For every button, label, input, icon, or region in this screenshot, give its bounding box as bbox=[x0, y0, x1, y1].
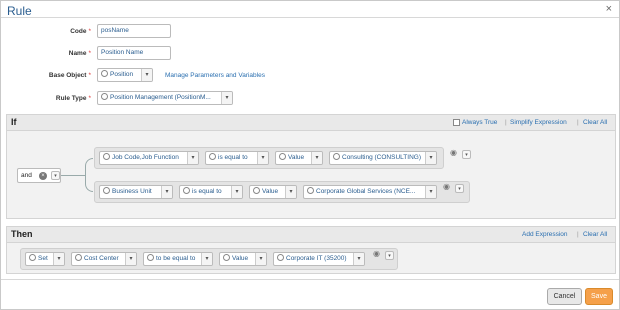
if-section-header: If Always True | Simplify Expression | C… bbox=[7, 115, 615, 131]
always-true-label[interactable]: Always True bbox=[462, 119, 497, 126]
chevron-down-icon[interactable]: ▾ bbox=[455, 184, 464, 193]
rule-type-label: Rule Type * bbox=[55, 95, 91, 102]
search-icon bbox=[279, 153, 286, 160]
name-input[interactable]: Position Name bbox=[97, 46, 171, 60]
action-type-select[interactable]: Value ▾ bbox=[219, 252, 267, 266]
eye-icon[interactable]: ◉ bbox=[373, 249, 380, 258]
close-icon[interactable]: × bbox=[606, 3, 612, 15]
chevron-down-icon[interactable]: ▾ bbox=[425, 186, 436, 198]
manage-parameters-link[interactable]: Manage Parameters and Variables bbox=[165, 72, 265, 79]
action-field-select[interactable]: Cost Center ▾ bbox=[71, 252, 137, 266]
chevron-down-icon[interactable]: ▾ bbox=[255, 253, 266, 265]
condition-field-select[interactable]: Job Code,Job Function ▾ bbox=[99, 151, 199, 165]
chevron-down-icon[interactable]: ▾ bbox=[125, 253, 136, 265]
connector-line bbox=[61, 175, 85, 176]
search-icon bbox=[223, 254, 230, 261]
chevron-down-icon[interactable]: ▾ bbox=[257, 152, 268, 164]
chevron-down-icon[interactable]: ▾ bbox=[161, 186, 172, 198]
search-icon bbox=[209, 153, 216, 160]
condition-type-select[interactable]: Value ▾ bbox=[275, 151, 323, 165]
search-icon bbox=[307, 187, 314, 194]
condition-type-select[interactable]: Value ▾ bbox=[249, 185, 297, 199]
chevron-down-icon[interactable]: ▾ bbox=[353, 253, 364, 265]
code-label: Code * bbox=[70, 28, 91, 35]
action-value-select[interactable]: Corporate IT (35200) ▾ bbox=[273, 252, 365, 266]
code-input[interactable]: posName bbox=[97, 24, 171, 38]
dialog-title: Rule bbox=[7, 4, 32, 18]
chevron-down-icon[interactable]: ▾ bbox=[385, 251, 394, 260]
chevron-down-icon[interactable]: ▾ bbox=[311, 152, 322, 164]
title-divider bbox=[1, 17, 619, 18]
chevron-down-icon[interactable]: ▾ bbox=[285, 186, 296, 198]
then-section-title: Then bbox=[11, 229, 33, 239]
always-true-checkbox[interactable] bbox=[453, 119, 460, 126]
eye-icon[interactable]: ◉ bbox=[443, 182, 450, 191]
search-icon bbox=[253, 187, 260, 194]
clear-all-link[interactable]: Clear All bbox=[583, 119, 607, 126]
search-icon bbox=[103, 187, 110, 194]
search-icon bbox=[101, 70, 108, 77]
footer-divider bbox=[1, 279, 619, 280]
search-icon bbox=[183, 187, 190, 194]
rule-dialog: Rule × Code * posName Name * Position Name… bbox=[0, 0, 620, 310]
chevron-down-icon[interactable]: ▾ bbox=[462, 150, 471, 159]
remove-icon[interactable]: × bbox=[39, 172, 47, 180]
condition-comparator-select[interactable]: is equal to ▾ bbox=[205, 151, 269, 165]
separator: | bbox=[577, 231, 579, 238]
condition-bracket bbox=[85, 158, 93, 192]
action-verb-select[interactable]: Set ▾ bbox=[25, 252, 65, 266]
condition-field-select[interactable]: Business Unit ▾ bbox=[99, 185, 173, 199]
chevron-down-icon[interactable]: ▾ bbox=[141, 69, 152, 81]
search-icon bbox=[277, 254, 284, 261]
search-icon bbox=[333, 153, 340, 160]
chevron-down-icon[interactable]: ▾ bbox=[231, 186, 242, 198]
condition-value-select[interactable]: Corporate Global Services (NCE... ▾ bbox=[303, 185, 437, 199]
chevron-down-icon[interactable]: ▾ bbox=[201, 253, 212, 265]
rule-type-select[interactable]: Position Management (PositionM... ▾ bbox=[97, 91, 233, 105]
chevron-down-icon[interactable]: ▾ bbox=[187, 152, 198, 164]
name-label: Name * bbox=[68, 50, 91, 57]
chevron-down-icon[interactable]: ▾ bbox=[221, 92, 232, 104]
search-icon bbox=[29, 254, 36, 261]
search-icon bbox=[147, 254, 154, 261]
cancel-button[interactable]: Cancel bbox=[547, 288, 582, 305]
clear-all-link[interactable]: Clear All bbox=[583, 231, 607, 238]
add-expression-link[interactable]: Add Expression bbox=[522, 231, 568, 238]
if-section-title: If bbox=[11, 117, 17, 127]
save-button[interactable]: Save bbox=[585, 288, 613, 305]
eye-icon[interactable]: ◉ bbox=[450, 148, 457, 157]
condition-comparator-select[interactable]: is equal to ▾ bbox=[179, 185, 243, 199]
chevron-down-icon[interactable]: ▾ bbox=[425, 152, 436, 164]
simplify-expression-link[interactable]: Simplify Expression bbox=[510, 119, 567, 126]
search-icon bbox=[75, 254, 82, 261]
search-icon bbox=[103, 153, 110, 160]
separator: | bbox=[505, 119, 507, 126]
condition-value-select[interactable]: Consulting (CONSULTING) ▾ bbox=[329, 151, 437, 165]
search-icon bbox=[101, 93, 108, 100]
then-section-header: Then Add Expression | Clear All bbox=[7, 227, 615, 243]
separator: | bbox=[577, 119, 579, 126]
base-object-select[interactable]: Position ▾ bbox=[97, 68, 153, 82]
action-comparator-select[interactable]: to be equal to ▾ bbox=[143, 252, 213, 266]
base-object-label: Base Object * bbox=[48, 72, 91, 79]
chevron-down-icon[interactable]: ▾ bbox=[51, 171, 60, 180]
chevron-down-icon[interactable]: ▾ bbox=[53, 253, 64, 265]
and-operator-select[interactable]: and × ▾ bbox=[17, 168, 61, 183]
